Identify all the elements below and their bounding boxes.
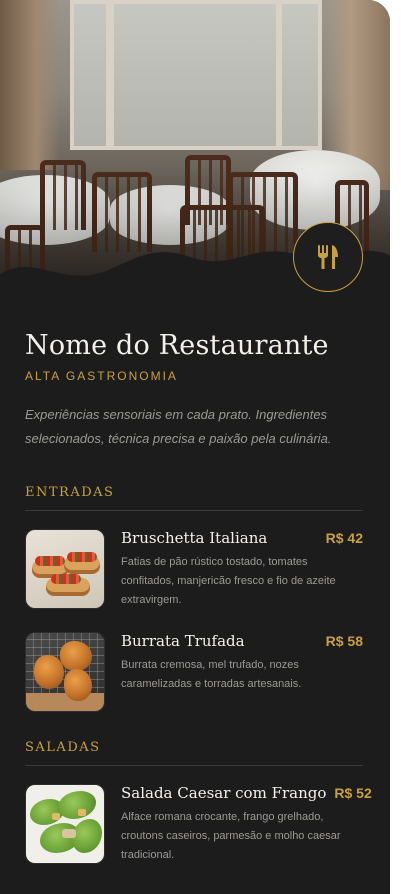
- restaurant-intro: Experiências sensoriais em cada prato. I…: [25, 407, 332, 446]
- menu-item[interactable]: Salada Caesar com Frango R$ 52 Alface ro…: [25, 784, 372, 865]
- dish-description: Burrata cremosa, mel trufado, nozes cara…: [121, 659, 302, 690]
- dish-name: Burrata Trufada: [121, 632, 245, 650]
- menu-item[interactable]: Bruschetta Italiana R$ 42 Fatias de pão …: [25, 529, 363, 610]
- section-title: ENTRADAS: [25, 485, 363, 511]
- lettuce-leaf: [58, 791, 96, 819]
- dish-name: Salada Caesar com Frango: [121, 784, 327, 802]
- fried-piece: [64, 669, 92, 701]
- crouton: [78, 809, 86, 816]
- fork-knife-icon: [318, 245, 338, 269]
- dish-price: R$ 52: [334, 785, 372, 801]
- dish-description: Alface romana crocante, frango grelhado,…: [121, 811, 341, 861]
- dish-photo: [25, 529, 105, 609]
- section-saladas: SALADAS Salada Caesar com Frango R$ 52 A…: [25, 740, 372, 865]
- fried-piece: [60, 641, 92, 671]
- crouton: [52, 813, 60, 820]
- menu-screen: Nome do Restaurante ALTA GASTRONOMIA Exp…: [0, 0, 390, 894]
- hero-image: [0, 0, 390, 305]
- chicken-piece: [62, 829, 76, 838]
- restaurant-badge: [293, 222, 363, 292]
- lettuce-leaf: [72, 819, 102, 853]
- dish-description: Fatias de pão rústico tostado, tomates c…: [121, 556, 336, 606]
- menu-content: Nome do Restaurante ALTA GASTRONOMIA Exp…: [25, 330, 372, 887]
- dish-price: R$ 58: [325, 633, 363, 649]
- menu-item[interactable]: Burrata Trufada R$ 58 Burrata cremosa, m…: [25, 632, 363, 712]
- tomato-topping: [51, 574, 81, 584]
- tomato-topping: [67, 552, 97, 562]
- restaurant-tagline: ALTA GASTRONOMIA: [25, 369, 178, 383]
- dish-photo: [25, 632, 105, 712]
- dish-photo: [25, 784, 105, 864]
- dish-name: Bruschetta Italiana: [121, 529, 268, 547]
- restaurant-name: Nome do Restaurante: [25, 330, 329, 361]
- tomato-topping: [35, 556, 65, 566]
- dish-price: R$ 42: [325, 530, 363, 546]
- wood-board: [26, 693, 104, 711]
- section-title: SALADAS: [25, 740, 363, 766]
- section-entradas: ENTRADAS Bruschetta Italiana R$ 42 Fatia…: [25, 485, 363, 712]
